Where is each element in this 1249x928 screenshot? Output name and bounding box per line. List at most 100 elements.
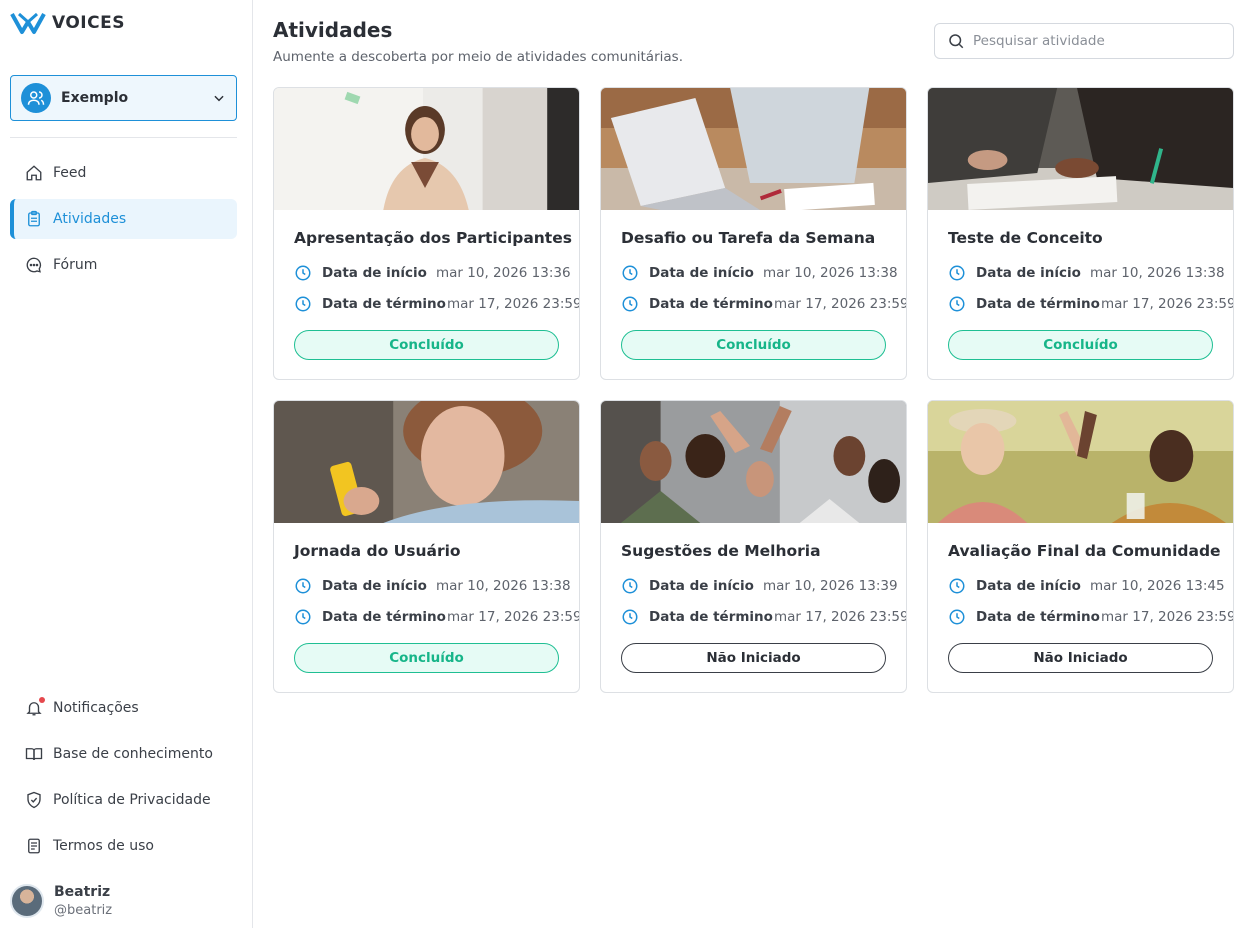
start-date-label: Data de início xyxy=(649,578,754,594)
end-date-row: Data de término mar 17, 2026 23:59 xyxy=(621,608,907,626)
activity-title: Desafio ou Tarefa da Semana xyxy=(621,229,876,247)
end-date-label: Data de término xyxy=(976,296,1100,312)
clock-icon xyxy=(295,265,311,281)
start-date-value: mar 10, 2026 13:36 xyxy=(436,265,571,281)
activity-image xyxy=(274,401,579,523)
start-date-row: Data de início mar 10, 2026 13:45 xyxy=(948,577,1225,595)
main-nav: Feed Atividades Fórum xyxy=(10,153,237,291)
clock-icon xyxy=(295,578,311,594)
activity-image xyxy=(274,88,579,210)
status-badge[interactable]: Concluído xyxy=(294,643,559,673)
activity-card[interactable]: Sugestões de Melhoria Data de início mar… xyxy=(600,400,907,693)
end-date-value: mar 17, 2026 23:59 xyxy=(447,609,580,625)
end-date-label: Data de término xyxy=(322,609,446,625)
search-box[interactable] xyxy=(934,23,1234,59)
clock-icon xyxy=(949,578,965,594)
nav-item-label: Termos de uso xyxy=(53,838,154,854)
end-date-row: Data de término mar 17, 2026 23:59 xyxy=(294,608,580,626)
brand-name: VOICES xyxy=(52,13,125,33)
activity-card[interactable]: Jornada do Usuário Data de início mar 10… xyxy=(273,400,580,693)
activity-title: Jornada do Usuário xyxy=(294,542,461,560)
end-date-label: Data de término xyxy=(322,296,446,312)
start-date-value: mar 10, 2026 13:38 xyxy=(763,265,898,281)
nav-item-forum[interactable]: Fórum xyxy=(10,245,237,285)
end-date-value: mar 17, 2026 23:59 xyxy=(1101,609,1234,625)
end-date-row: Data de término mar 17, 2026 23:59 xyxy=(621,295,907,313)
nav-item-label: Atividades xyxy=(53,211,127,227)
home-icon xyxy=(24,163,44,183)
shield-check-icon xyxy=(24,790,44,810)
page-subtitle: Aumente a descoberta por meio de ativida… xyxy=(273,49,683,65)
clock-icon xyxy=(622,265,638,281)
nav-item-label: Base de conhecimento xyxy=(53,746,213,762)
end-date-value: mar 17, 2026 23:59 xyxy=(774,609,907,625)
bell-icon xyxy=(24,697,45,718)
notification-dot xyxy=(39,697,45,703)
clock-icon xyxy=(622,609,638,625)
chevron-down-icon xyxy=(214,95,224,102)
end-date-value: mar 17, 2026 23:59 xyxy=(1101,296,1234,312)
clock-icon xyxy=(295,296,311,312)
chat-bubble-icon xyxy=(24,255,44,275)
status-badge[interactable]: Concluído xyxy=(294,330,559,360)
activity-title: Teste de Conceito xyxy=(948,229,1103,247)
activity-title: Apresentação dos Participantes xyxy=(294,229,572,247)
start-date-value: mar 10, 2026 13:38 xyxy=(1090,265,1225,281)
users-icon xyxy=(21,83,51,113)
nav-item-label: Política de Privacidade xyxy=(53,792,211,808)
book-icon xyxy=(24,744,44,764)
activity-image xyxy=(601,401,906,523)
start-date-row: Data de início mar 10, 2026 13:38 xyxy=(294,577,571,595)
start-date-value: mar 10, 2026 13:39 xyxy=(763,578,898,594)
end-date-value: mar 17, 2026 23:59 xyxy=(447,296,580,312)
start-date-row: Data de início mar 10, 2026 13:38 xyxy=(621,264,898,282)
logo[interactable]: VOICES xyxy=(10,10,125,36)
end-date-row: Data de término mar 17, 2026 23:59 xyxy=(948,608,1234,626)
nav-item-base-conhecimento[interactable]: Base de conhecimento xyxy=(10,734,237,774)
start-date-row: Data de início mar 10, 2026 13:39 xyxy=(621,577,898,595)
status-badge[interactable]: Concluído xyxy=(621,330,886,360)
search-icon xyxy=(949,34,964,49)
nav-item-label: Notificações xyxy=(53,700,139,716)
activity-card[interactable]: Apresentação dos Participantes Data de i… xyxy=(273,87,580,380)
activity-image xyxy=(601,88,906,210)
nav-item-notificacoes[interactable]: Notificações xyxy=(10,688,237,728)
nav-item-atividades[interactable]: Atividades xyxy=(10,199,237,239)
secondary-nav: Notificações Base de conhecimento Políti… xyxy=(10,688,237,872)
end-date-label: Data de término xyxy=(976,609,1100,625)
status-badge[interactable]: Não Iniciado xyxy=(621,643,886,673)
nav-item-termos-uso[interactable]: Termos de uso xyxy=(10,826,237,866)
clock-icon xyxy=(949,265,965,281)
end-date-value: mar 17, 2026 23:59 xyxy=(774,296,907,312)
clock-icon xyxy=(295,609,311,625)
status-badge[interactable]: Não Iniciado xyxy=(948,643,1213,673)
activity-card[interactable]: Avaliação Final da Comunidade Data de in… xyxy=(927,400,1234,693)
user-info: Beatriz @beatriz xyxy=(54,884,112,918)
search-input[interactable] xyxy=(973,33,1213,49)
clipboard-icon xyxy=(24,209,44,229)
workspace-selector[interactable]: Exemplo xyxy=(10,75,237,121)
nav-item-label: Feed xyxy=(53,165,87,181)
end-date-label: Data de término xyxy=(649,296,773,312)
start-date-row: Data de início mar 10, 2026 13:36 xyxy=(294,264,571,282)
clock-icon xyxy=(622,578,638,594)
status-badge[interactable]: Concluído xyxy=(948,330,1213,360)
user-name: Beatriz xyxy=(54,884,111,900)
user-handle: @beatriz xyxy=(54,903,113,918)
clock-icon xyxy=(949,296,965,312)
activity-card[interactable]: Desafio ou Tarefa da Semana Data de iníc… xyxy=(600,87,907,380)
activity-image xyxy=(928,401,1233,523)
end-date-row: Data de término mar 17, 2026 23:59 xyxy=(948,295,1234,313)
nav-item-feed[interactable]: Feed xyxy=(10,153,237,193)
user-profile[interactable]: Beatriz @beatriz xyxy=(10,884,112,918)
start-date-label: Data de início xyxy=(976,578,1081,594)
divider xyxy=(10,137,237,138)
start-date-label: Data de início xyxy=(322,265,427,281)
nav-item-politica-privacidade[interactable]: Política de Privacidade xyxy=(10,780,237,820)
activity-title: Sugestões de Melhoria xyxy=(621,542,821,560)
activity-image xyxy=(928,88,1233,210)
start-date-label: Data de início xyxy=(322,578,427,594)
start-date-value: mar 10, 2026 13:38 xyxy=(436,578,571,594)
activities-grid: Apresentação dos Participantes Data de i… xyxy=(273,87,1235,693)
activity-card[interactable]: Teste de Conceito Data de início mar 10,… xyxy=(927,87,1234,380)
